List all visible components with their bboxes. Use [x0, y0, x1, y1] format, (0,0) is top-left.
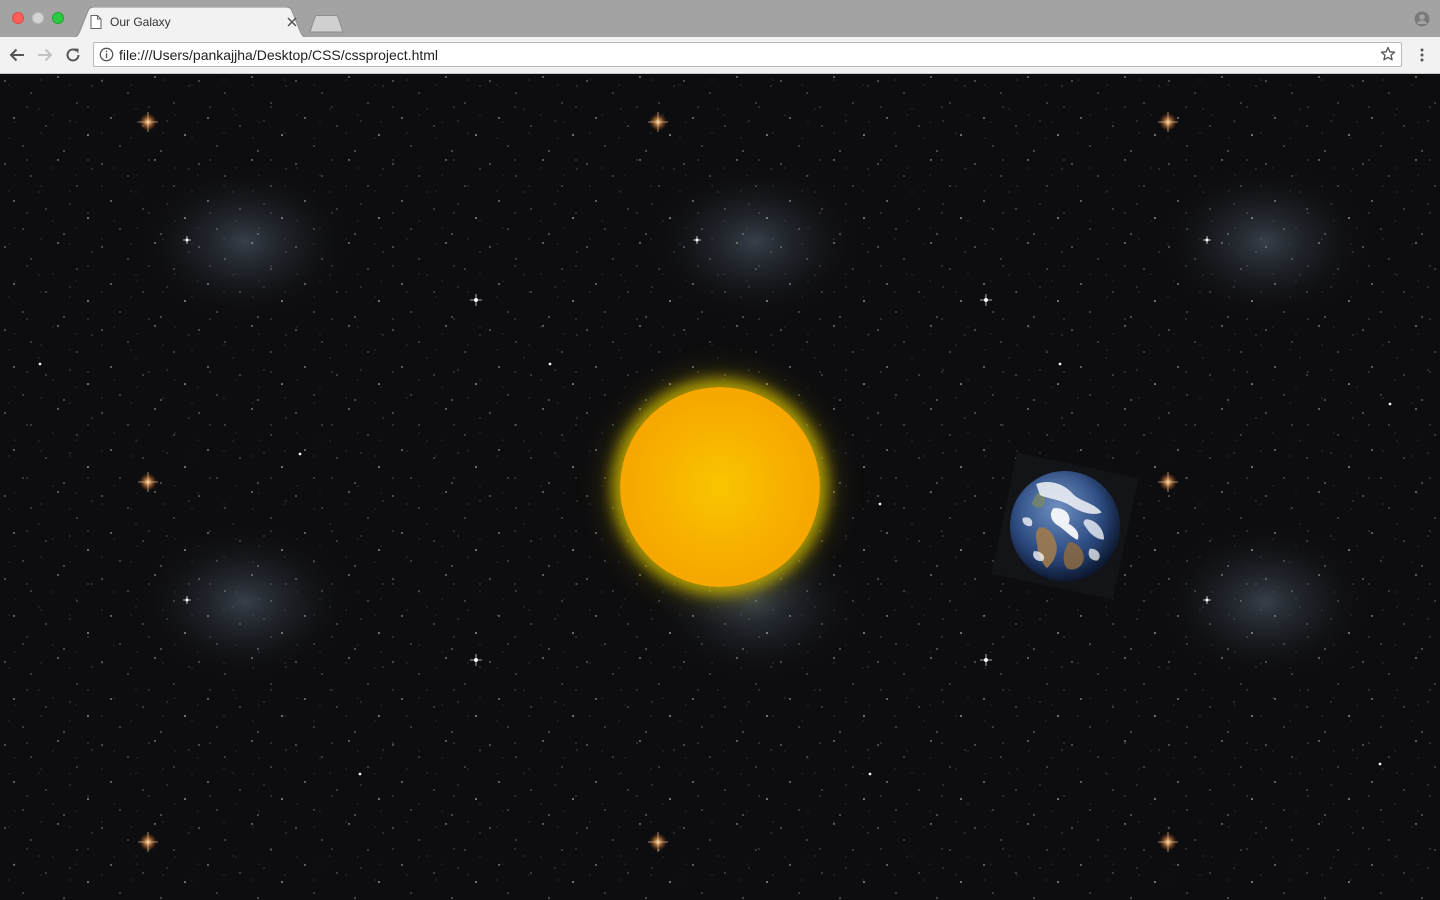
earth-globe [999, 460, 1131, 592]
page-viewport [0, 74, 1440, 900]
url-text[interactable]: file:///Users/pankajjha/Desktop/CSS/cssp… [119, 47, 438, 63]
browser-toolbar: file:///Users/pankajjha/Desktop/CSS/cssp… [0, 37, 1440, 74]
address-bar[interactable]: file:///Users/pankajjha/Desktop/CSS/cssp… [93, 42, 1402, 67]
browser-window: Our Galaxy file:///Users/pankajjha/Deskt… [0, 0, 1440, 900]
window-maximize-button[interactable] [52, 12, 64, 24]
tab-strip: Our Galaxy [0, 0, 1440, 38]
back-arrow-icon[interactable] [8, 46, 26, 64]
star-icon[interactable] [1380, 46, 1396, 62]
window-close-button[interactable] [12, 12, 24, 24]
menu-dots-icon[interactable] [1414, 47, 1430, 63]
close-icon[interactable] [286, 16, 298, 28]
profile-icon[interactable] [1414, 11, 1430, 27]
earth-surface [1022, 481, 1105, 570]
window-minimize-button[interactable] [32, 12, 44, 24]
page-icon [90, 15, 102, 29]
tab-title: Our Galaxy [110, 15, 171, 29]
earth-image-frame [991, 452, 1139, 600]
forward-arrow-icon[interactable] [36, 46, 54, 64]
browser-tab[interactable]: Our Galaxy [70, 7, 310, 38]
info-icon[interactable] [99, 47, 114, 62]
reload-icon[interactable] [64, 46, 82, 64]
sun [620, 387, 820, 587]
new-tab-icon[interactable] [306, 15, 346, 33]
